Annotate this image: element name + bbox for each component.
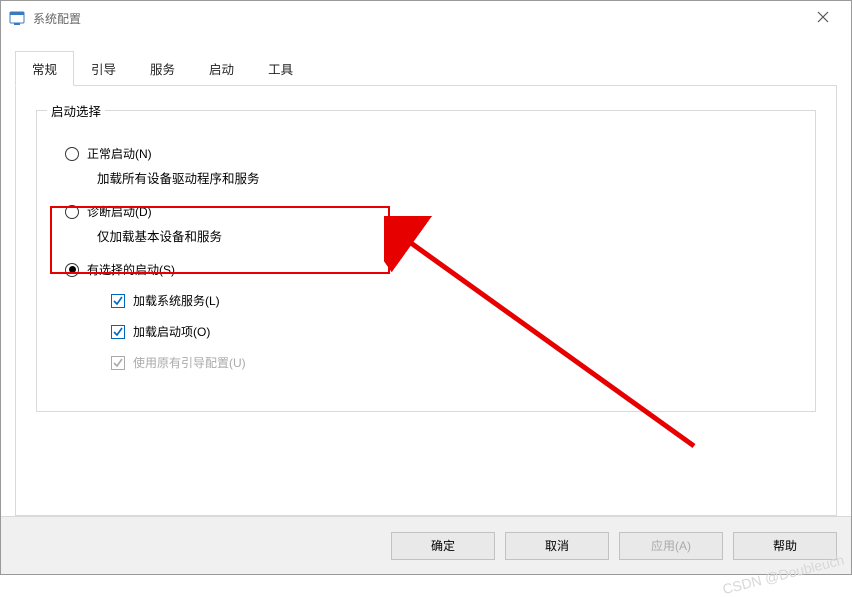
system-config-window: 系统配置 常规 引导 服务 启动 工具 启动选择 正常启动(N) 加载所有设备驱…	[0, 0, 852, 575]
tab-services[interactable]: 服务	[133, 51, 192, 86]
button-bar: 确定 取消 应用(A) 帮助	[1, 516, 851, 574]
check-label: 使用原有引导配置(U)	[133, 354, 246, 371]
radio-diagnostic-startup[interactable]: 诊断启动(D)	[65, 203, 797, 220]
check-label: 加载启动项(O)	[133, 323, 210, 340]
radio-selective-startup[interactable]: 有选择的启动(S)	[65, 261, 797, 278]
tabbar: 常规 引导 服务 启动 工具	[1, 35, 851, 86]
check-use-original-boot-config: 使用原有引导配置(U)	[111, 354, 797, 371]
radio-normal-startup[interactable]: 正常启动(N)	[65, 145, 797, 162]
check-load-startup-items[interactable]: 加载启动项(O)	[111, 323, 797, 340]
selective-sub-options: 加载系统服务(L) 加载启动项(O) 使用原有引导配置(U)	[111, 292, 797, 371]
help-button[interactable]: 帮助	[733, 532, 837, 560]
cancel-button[interactable]: 取消	[505, 532, 609, 560]
checkbox-icon	[111, 356, 125, 370]
groupbox-label: 启动选择	[47, 101, 105, 120]
ok-button[interactable]: 确定	[391, 532, 495, 560]
apply-button: 应用(A)	[619, 532, 723, 560]
radio-label: 正常启动(N)	[87, 145, 152, 162]
app-icon	[9, 10, 25, 26]
tab-boot[interactable]: 引导	[74, 51, 133, 86]
option-desc: 加载所有设备驱动程序和服务	[97, 168, 797, 187]
radio-label: 诊断启动(D)	[87, 203, 152, 220]
radio-icon	[65, 147, 79, 161]
check-load-system-services[interactable]: 加载系统服务(L)	[111, 292, 797, 309]
check-label: 加载系统服务(L)	[133, 292, 220, 309]
tabpage-general: 启动选择 正常启动(N) 加载所有设备驱动程序和服务 诊断启动(D) 仅加载基本…	[15, 85, 837, 516]
titlebar: 系统配置	[1, 1, 851, 35]
radio-label: 有选择的启动(S)	[87, 261, 175, 278]
checkbox-icon	[111, 294, 125, 308]
radio-icon	[65, 205, 79, 219]
option-desc: 仅加载基本设备和服务	[97, 226, 797, 245]
close-button[interactable]	[801, 10, 845, 27]
tab-general[interactable]: 常规	[15, 51, 74, 86]
checkbox-icon	[111, 325, 125, 339]
radio-icon	[65, 263, 79, 277]
tab-startup[interactable]: 启动	[192, 51, 251, 86]
window-title: 系统配置	[33, 10, 801, 27]
groupbox-startup-selection: 启动选择 正常启动(N) 加载所有设备驱动程序和服务 诊断启动(D) 仅加载基本…	[36, 110, 816, 412]
tab-tools[interactable]: 工具	[251, 51, 310, 86]
close-icon	[817, 11, 829, 23]
